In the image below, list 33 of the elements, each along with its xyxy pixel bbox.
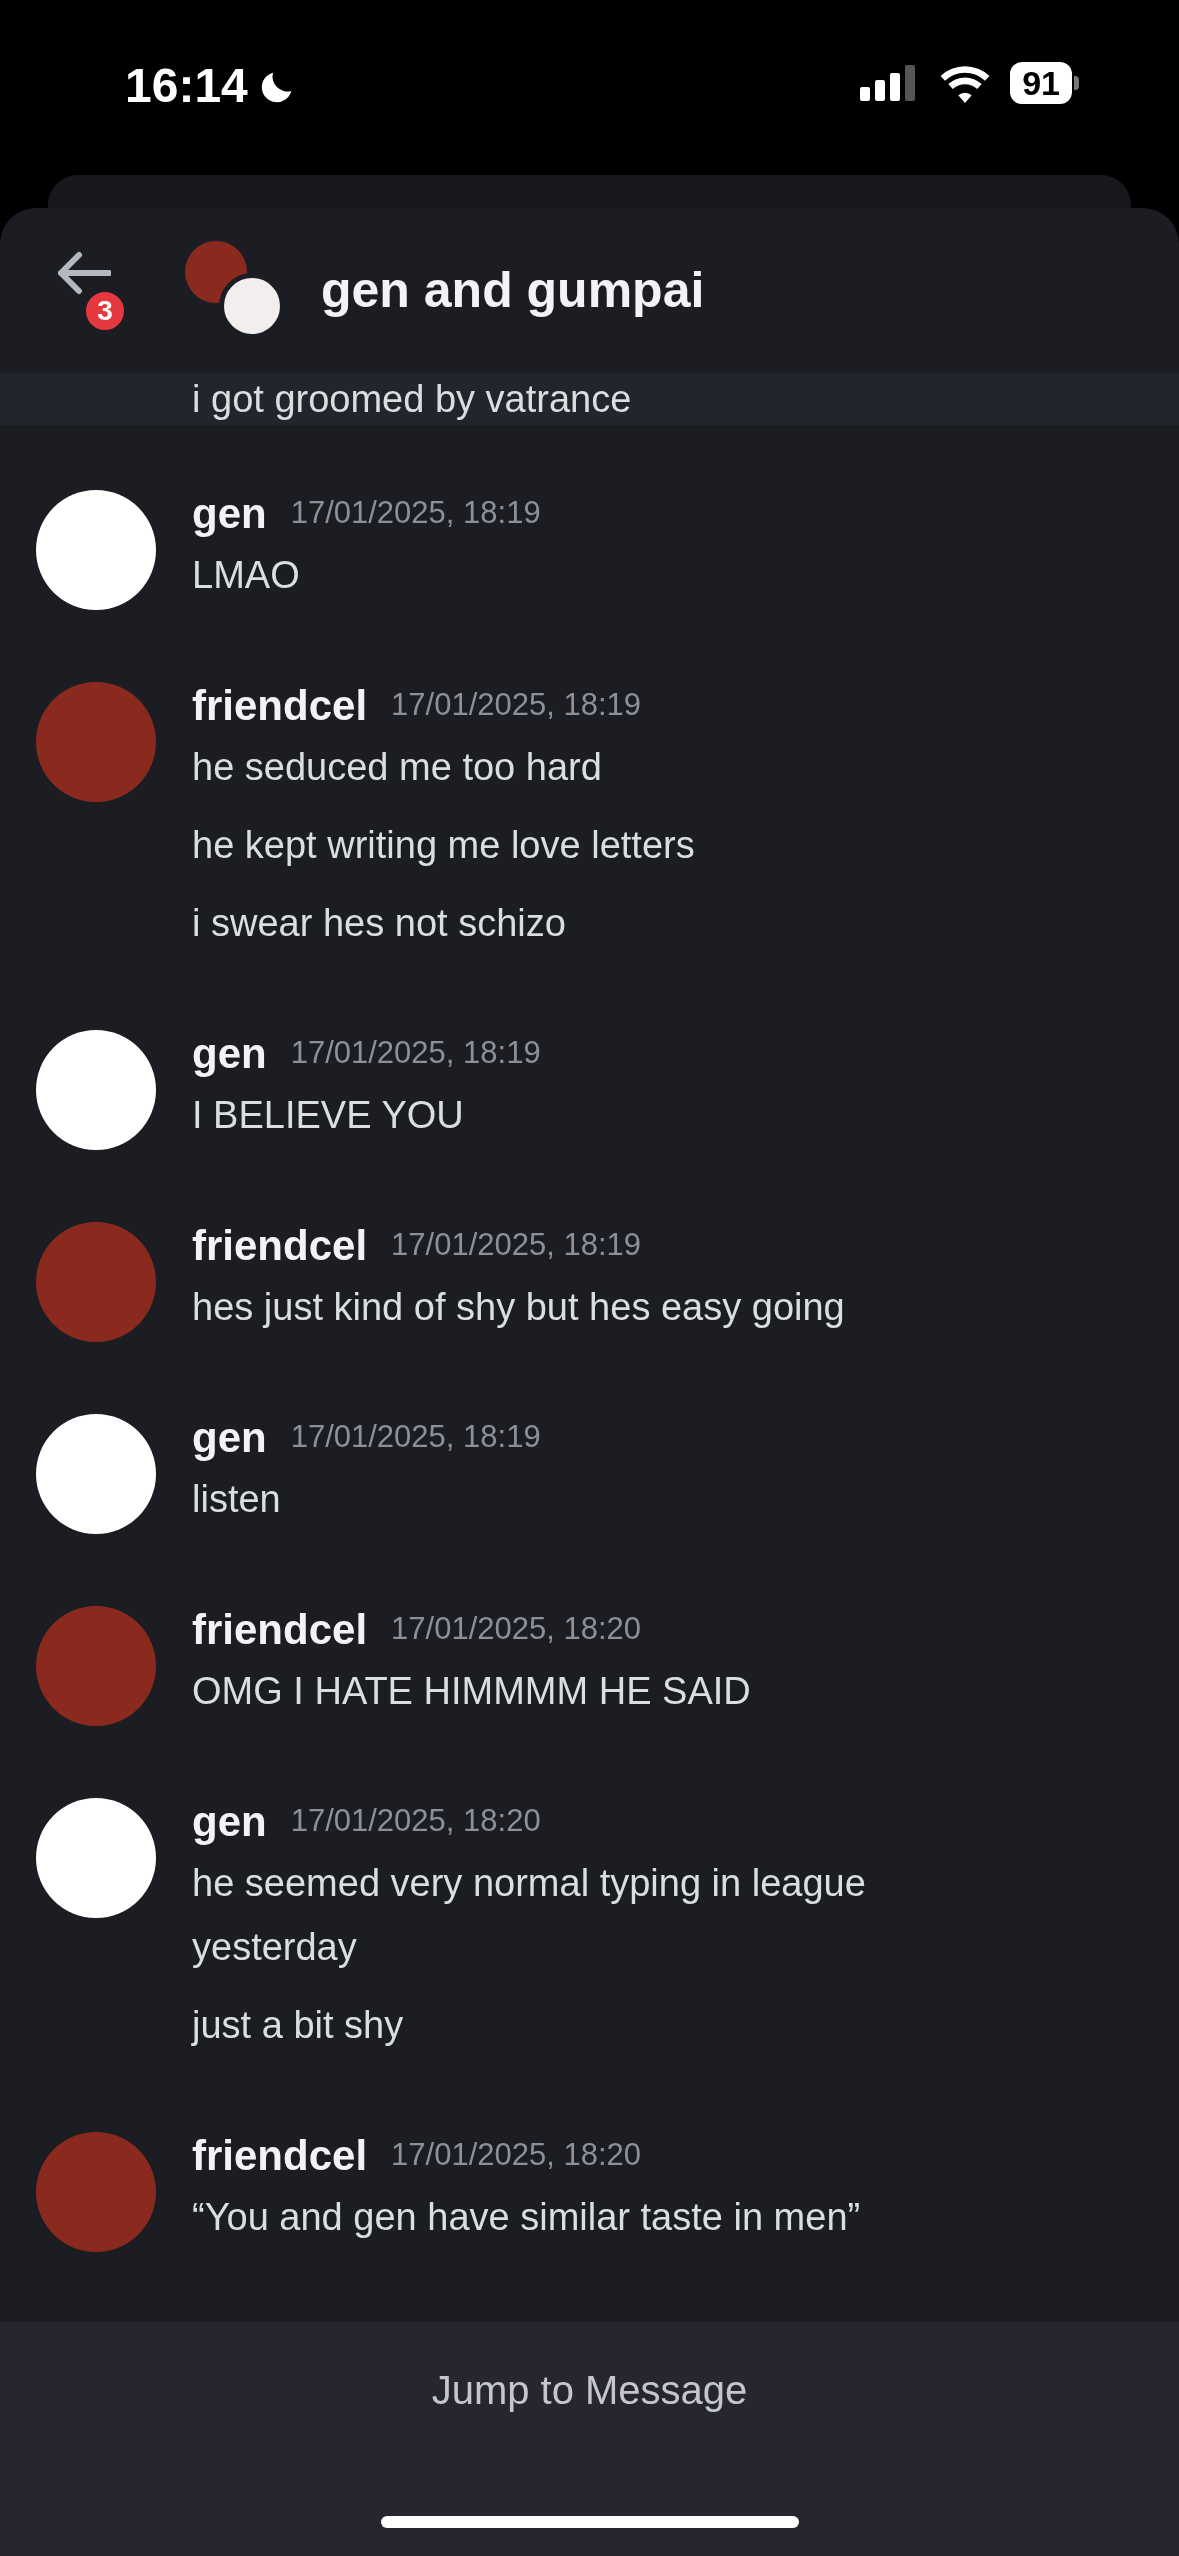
username[interactable]: friendcel xyxy=(192,1597,368,1661)
timestamp: 17/01/2025, 18:19 xyxy=(391,685,641,724)
timestamp: 17/01/2025, 18:19 xyxy=(290,493,541,532)
username[interactable]: gen xyxy=(192,1021,267,1085)
status-time: 16:14 xyxy=(125,62,248,110)
message-text: OMG I HATE HIMMMM HE SAID xyxy=(192,1669,751,1714)
username[interactable]: friendcel xyxy=(192,2123,368,2187)
timestamp: 17/01/2025, 18:20 xyxy=(391,2135,641,2174)
message-text: i got groomed by vatrance xyxy=(192,377,632,421)
username[interactable]: gen xyxy=(192,1405,267,1469)
back-arrow-icon xyxy=(55,250,111,295)
message-text: listen xyxy=(192,1477,282,1522)
message-text: hes just kind of shy but hes easy going xyxy=(192,1285,845,1330)
message-text: i swear hes not schizo xyxy=(192,901,567,946)
username[interactable]: friendcel xyxy=(192,1213,368,1277)
username[interactable]: gen xyxy=(192,481,267,545)
message-text: he seduced me too hard xyxy=(192,745,603,790)
message-text: he kept writing me love letters xyxy=(192,823,695,868)
message-text: “You and gen have similar taste in men” xyxy=(192,2195,861,2240)
battery-indicator: 91 xyxy=(1010,62,1079,104)
timestamp: 17/01/2025, 18:20 xyxy=(290,1801,541,1840)
timestamp: 17/01/2025, 18:19 xyxy=(290,1417,541,1456)
timestamp: 17/01/2025, 18:19 xyxy=(391,1225,641,1264)
timestamp: 17/01/2025, 18:20 xyxy=(391,1609,641,1648)
username[interactable]: friendcel xyxy=(192,673,368,737)
timestamp: 17/01/2025, 18:19 xyxy=(290,1033,541,1072)
message-text: I BELIEVE YOU xyxy=(192,1093,465,1138)
back-button[interactable]: 3 xyxy=(55,242,135,339)
chat-title: gen and gumpai xyxy=(321,261,705,320)
jump-to-message-button[interactable]: Jump to Message xyxy=(431,2358,748,2422)
message-text: just a bit shy xyxy=(192,2003,405,2048)
username[interactable]: gen xyxy=(192,1789,267,1853)
message-text: LMAO xyxy=(192,553,301,598)
